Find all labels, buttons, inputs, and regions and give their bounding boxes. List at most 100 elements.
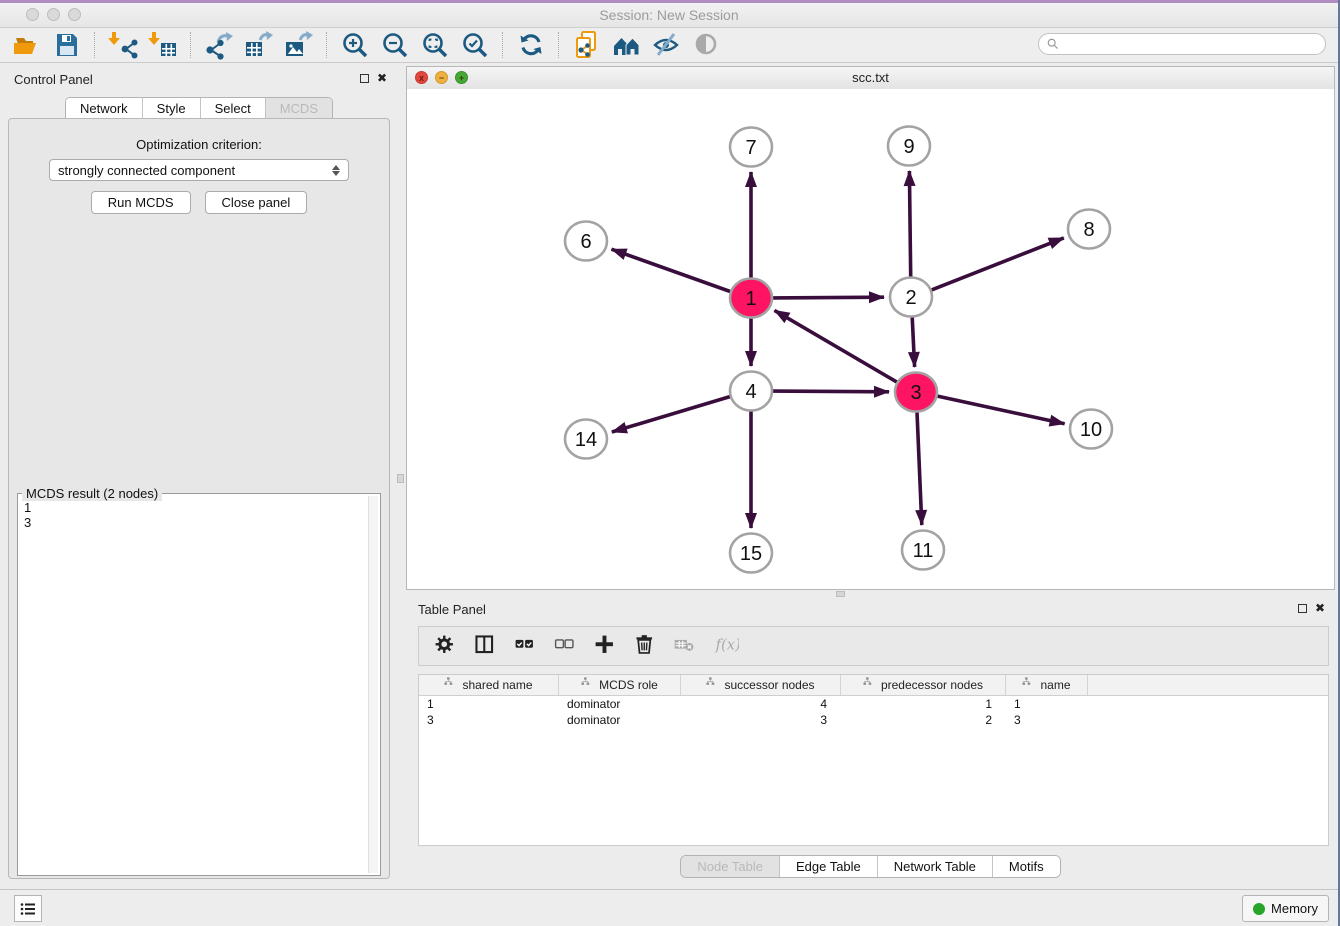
column-header-name[interactable]: name (1006, 675, 1088, 695)
edge-3-1[interactable] (775, 310, 897, 382)
memory-button[interactable]: Memory (1242, 895, 1329, 922)
table-cell[interactable]: dominator (559, 712, 681, 728)
table-cell[interactable]: dominator (559, 696, 681, 712)
close-panel-button[interactable]: Close panel (205, 191, 308, 214)
edge-2-9[interactable] (909, 171, 910, 277)
tree-icon (444, 677, 457, 693)
svg-text:10: 10 (1080, 419, 1102, 441)
column-header-predecessor-nodes[interactable]: predecessor nodes (841, 675, 1006, 695)
first-neighbors-icon[interactable] (612, 30, 642, 60)
select-all-icon[interactable] (513, 633, 539, 659)
node-8[interactable]: 8 (1068, 210, 1110, 249)
result-scrollbar[interactable] (368, 496, 378, 873)
zoom-fit-icon[interactable] (420, 30, 450, 60)
zoom-in-icon[interactable] (340, 30, 370, 60)
delete-row-icon[interactable] (633, 633, 659, 659)
node-14[interactable]: 14 (565, 420, 607, 459)
svg-text:1: 1 (745, 288, 756, 310)
zoom-selected-icon[interactable] (460, 30, 490, 60)
settings-gear-icon[interactable] (433, 633, 459, 659)
table-cell[interactable]: 1 (419, 696, 559, 712)
table-cell[interactable]: 4 (681, 696, 841, 712)
node-11[interactable]: 11 (902, 531, 944, 570)
node-1[interactable]: 1 (730, 279, 772, 318)
table-row[interactable]: 1dominator411 (419, 696, 1328, 712)
tab-select[interactable]: Select (200, 98, 265, 119)
table-cell[interactable]: 3 (681, 712, 841, 728)
task-history-button[interactable] (14, 895, 42, 922)
search-input[interactable] (1064, 36, 1317, 52)
table-cell[interactable]: 1 (841, 696, 1006, 712)
node-4[interactable]: 4 (730, 372, 772, 411)
edge-1-6[interactable] (612, 249, 731, 291)
column-header-successor-nodes[interactable]: successor nodes (681, 675, 841, 695)
network-window-titlebar[interactable]: x − + scc.txt (407, 67, 1334, 90)
clone-network-icon[interactable] (572, 30, 602, 60)
tab-node-table[interactable]: Node Table (681, 856, 779, 877)
show-all-icon[interactable] (692, 30, 722, 60)
export-table-icon[interactable] (244, 30, 274, 60)
tab-network[interactable]: Network (66, 98, 142, 119)
tab-mcds[interactable]: MCDS (265, 98, 332, 119)
dropdown-chevrons-icon (332, 165, 340, 176)
table-cell[interactable]: 3 (419, 712, 559, 728)
node-3[interactable]: 3 (895, 373, 937, 412)
tab-style[interactable]: Style (142, 98, 200, 119)
application-window: Session: New Session Control Panel ✖ Net… (0, 0, 1340, 926)
node-9[interactable]: 9 (888, 127, 930, 166)
table-cell[interactable]: 3 (1006, 712, 1088, 728)
run-mcds-button[interactable]: Run MCDS (91, 191, 191, 214)
edge-3-10[interactable] (938, 396, 1065, 424)
hide-selected-icon[interactable] (652, 30, 682, 60)
tree-icon (863, 677, 876, 693)
toolbar-separator (558, 32, 560, 58)
table-close-panel-icon[interactable]: ✖ (1315, 603, 1325, 613)
table-float-panel-icon[interactable] (1298, 604, 1307, 613)
node-15[interactable]: 15 (730, 534, 772, 573)
table-row[interactable]: 3dominator323 (419, 712, 1328, 728)
edge-1-2[interactable] (773, 297, 884, 298)
table-cell[interactable]: 1 (1006, 696, 1088, 712)
search-field[interactable] (1038, 33, 1326, 55)
toolbar-separator (326, 32, 328, 58)
open-session-icon[interactable] (12, 30, 42, 60)
edge-3-11[interactable] (917, 412, 922, 525)
deselect-all-icon[interactable] (553, 633, 579, 659)
edge-2-8[interactable] (932, 238, 1064, 290)
import-table-icon[interactable] (148, 30, 178, 60)
edge-2-3[interactable] (912, 317, 914, 367)
show-columns-icon[interactable] (473, 633, 499, 659)
tab-network-table[interactable]: Network Table (877, 856, 992, 877)
export-image-icon[interactable] (284, 30, 314, 60)
edge-4-3[interactable] (773, 391, 889, 392)
toolbar-separator (94, 32, 96, 58)
refresh-layout-icon[interactable] (516, 30, 546, 60)
column-header-MCDS-role[interactable]: MCDS role (559, 675, 681, 695)
panel-splitter-handle[interactable] (397, 474, 404, 483)
mcds-result-text[interactable]: 1 3 (20, 498, 368, 873)
edge-4-14[interactable] (612, 397, 730, 432)
zoom-out-icon[interactable] (380, 30, 410, 60)
tab-motifs[interactable]: Motifs (992, 856, 1060, 877)
node-7[interactable]: 7 (730, 128, 772, 167)
export-network-icon[interactable] (204, 30, 234, 60)
network-graph[interactable]: 1 2 3 4 6 7 8 9 10 11 14 15 (407, 89, 1334, 590)
network-window-title: scc.txt (407, 70, 1334, 85)
mcds-result-box: MCDS result (2 nodes) 1 3 (17, 493, 381, 876)
tree-icon (706, 677, 719, 693)
memory-status-icon (1253, 903, 1265, 915)
node-2[interactable]: 2 (890, 278, 932, 317)
save-session-icon[interactable] (52, 30, 82, 60)
network-canvas[interactable]: 1 2 3 4 6 7 8 9 10 11 14 15 (407, 89, 1334, 589)
column-header-shared-name[interactable]: shared name (419, 675, 559, 695)
control-panel-title: Control Panel (14, 72, 93, 87)
node-10[interactable]: 10 (1070, 410, 1112, 449)
float-panel-icon[interactable] (360, 74, 369, 83)
node-6[interactable]: 6 (565, 222, 607, 261)
table-cell[interactable]: 2 (841, 712, 1006, 728)
import-network-icon[interactable] (108, 30, 138, 60)
criterion-dropdown[interactable]: strongly connected component (49, 159, 349, 181)
close-panel-icon[interactable]: ✖ (377, 73, 387, 83)
tab-edge-table[interactable]: Edge Table (779, 856, 877, 877)
add-row-icon[interactable] (593, 633, 619, 659)
